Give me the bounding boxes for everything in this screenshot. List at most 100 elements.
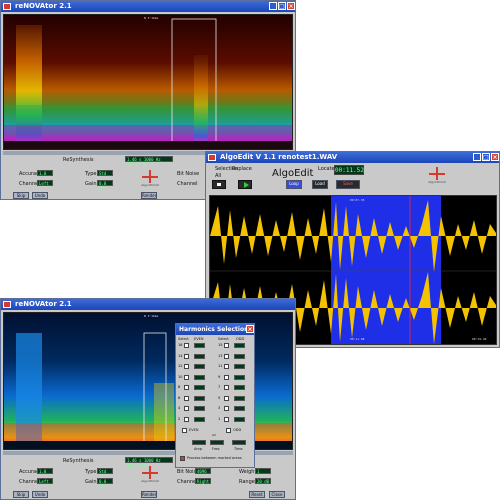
accuracy-field[interactable]: 1.0 [37, 170, 53, 176]
odd-harmonic-row: 1 [218, 416, 254, 423]
even-harmonic-value[interactable] [194, 395, 205, 401]
odd-harmonic-row: 7 [218, 385, 254, 391]
maximize-icon[interactable]: □ [482, 153, 490, 161]
play-button[interactable] [238, 180, 252, 189]
odd-harmonic-checkbox[interactable] [224, 374, 229, 380]
even-harmonic-row: 14 [178, 353, 214, 360]
type-field[interactable]: Std [97, 170, 113, 176]
even-harmonic-value[interactable] [194, 374, 205, 380]
odd-all-checkbox[interactable] [226, 428, 231, 433]
close-icon[interactable]: × [246, 325, 254, 333]
odd-harmonic-value[interactable] [234, 364, 245, 369]
even-harmonic-value[interactable] [194, 353, 205, 359]
dialog-title-bar[interactable]: Harmonics Selection × [176, 324, 254, 335]
odd-harmonic-checkbox[interactable] [224, 395, 229, 401]
minimize-icon[interactable]: _ [473, 153, 481, 161]
even-harmonic-checkbox[interactable] [184, 416, 189, 422]
radio-replace[interactable]: Replace [232, 166, 252, 172]
weight-field[interactable]: 1 [255, 468, 271, 474]
radio-all[interactable]: All [215, 173, 221, 179]
undo-button[interactable]: Undo [32, 491, 48, 498]
minimize-icon[interactable]: _ [269, 2, 277, 10]
skip-button[interactable]: Skip [13, 192, 29, 199]
odd-harmonic-checkbox[interactable] [224, 416, 229, 422]
odd-harmonic-checkbox[interactable] [224, 406, 229, 411]
even-harmonic-checkbox[interactable] [184, 353, 189, 359]
gain-field[interactable]: 0.0 dB [97, 478, 113, 489]
process-checkbox[interactable] [180, 456, 185, 461]
algorithmix-logo: AlgorithmiX [137, 169, 163, 187]
close-icon[interactable]: × [491, 153, 499, 161]
channel-field-right[interactable]: Right [195, 478, 211, 484]
accuracy-field[interactable]: 1.0 [37, 468, 53, 474]
window-title-bar[interactable]: reNOVAtor 2.1 _ □ × [1, 1, 295, 12]
type-field[interactable]: Std [97, 468, 113, 474]
even-harmonic-value[interactable] [194, 416, 205, 422]
render-button[interactable]: Render [141, 192, 157, 199]
even-harmonic-number: 12 [178, 364, 183, 368]
odd-harmonic-value[interactable] [234, 374, 245, 380]
even-harmonic-checkbox[interactable] [184, 343, 189, 348]
even-harmonic-number: 8 [178, 385, 181, 389]
even-harmonic-value[interactable] [194, 406, 205, 411]
channel-field[interactable]: Left [37, 478, 53, 484]
marker-time-top: 00:07.35 [350, 198, 365, 202]
odd-harmonic-row: 9 [218, 374, 254, 381]
maximize-icon[interactable]: □ [278, 2, 286, 10]
close-button[interactable]: Close [269, 491, 285, 498]
odd-harmonic-value[interactable] [234, 416, 245, 422]
render-button[interactable]: Render [141, 491, 157, 498]
odd-harmonic-row: 15 [218, 343, 254, 349]
even-footer-label: EVEN [189, 428, 199, 432]
close-icon[interactable]: × [287, 2, 295, 10]
load-button[interactable]: Load [312, 180, 328, 189]
freq-label: Freq [212, 447, 220, 451]
time-field[interactable] [232, 440, 246, 445]
spectrogram-view[interactable]: N 3'16ms [3, 14, 293, 150]
reset-button[interactable]: Reset [249, 491, 265, 498]
readout-display: 1.46 s 1000 Hz 156.0 dB [125, 457, 173, 468]
even-harmonic-value[interactable] [194, 364, 205, 369]
even-harmonic-checkbox[interactable] [184, 374, 189, 380]
loop-button[interactable]: Loop [286, 180, 302, 189]
skip-button[interactable]: Skip [13, 491, 29, 498]
odd-harmonic-value[interactable] [234, 343, 245, 348]
even-harmonic-value[interactable] [194, 385, 205, 390]
even-harmonic-checkbox[interactable] [184, 364, 189, 369]
odd-harmonic-checkbox[interactable] [224, 364, 229, 369]
odd-harmonic-value[interactable] [234, 406, 245, 411]
window-title-bar[interactable]: reNOVAtor 2.1 [1, 299, 295, 310]
odd-harmonic-checkbox[interactable] [224, 343, 229, 348]
even-harmonic-value[interactable] [194, 343, 205, 348]
range-field[interactable]: 20 dB [255, 478, 271, 484]
undo-button[interactable]: Undo [32, 192, 48, 199]
even-all-checkbox[interactable] [182, 428, 187, 433]
window-title-bar[interactable]: AlgoEdit V 1.1 renotest1.WAV _ □ × [206, 152, 499, 163]
panel-title: ReSynthesis [63, 458, 94, 464]
save-button[interactable]: Save [336, 180, 360, 189]
all-label: All [212, 433, 216, 437]
bit-noise-field[interactable]: 4096 [195, 468, 211, 474]
odd-harmonic-value[interactable] [234, 353, 245, 359]
gain-field[interactable]: 0.0 dB [97, 180, 113, 191]
odd-harmonic-checkbox[interactable] [224, 385, 229, 390]
even-harmonic-checkbox[interactable] [184, 385, 189, 390]
stop-button[interactable] [212, 180, 226, 189]
odd-harmonic-value[interactable] [234, 395, 245, 401]
odd-harmonic-number: 3 [218, 406, 221, 410]
even-harmonic-number: 14 [178, 353, 183, 358]
channel-field[interactable]: Left [37, 180, 53, 186]
even-harmonic-row: 10 [178, 374, 214, 381]
spectrogram-label: N 3'16ms [144, 314, 159, 318]
odd-harmonic-row: 11 [218, 364, 254, 370]
odd-harmonic-value[interactable] [234, 385, 245, 390]
freq-field[interactable] [210, 440, 224, 445]
even-harmonic-checkbox[interactable] [184, 395, 189, 401]
logo-text: AlgorithmiX [141, 479, 159, 483]
time-label: Locate [318, 166, 335, 172]
app-name: AlgoEdit [272, 168, 314, 179]
even-harmonic-checkbox[interactable] [184, 406, 189, 411]
odd-harmonic-checkbox[interactable] [224, 353, 229, 359]
amp-field[interactable] [192, 440, 206, 445]
odd-harmonic-number: 5 [218, 395, 221, 400]
